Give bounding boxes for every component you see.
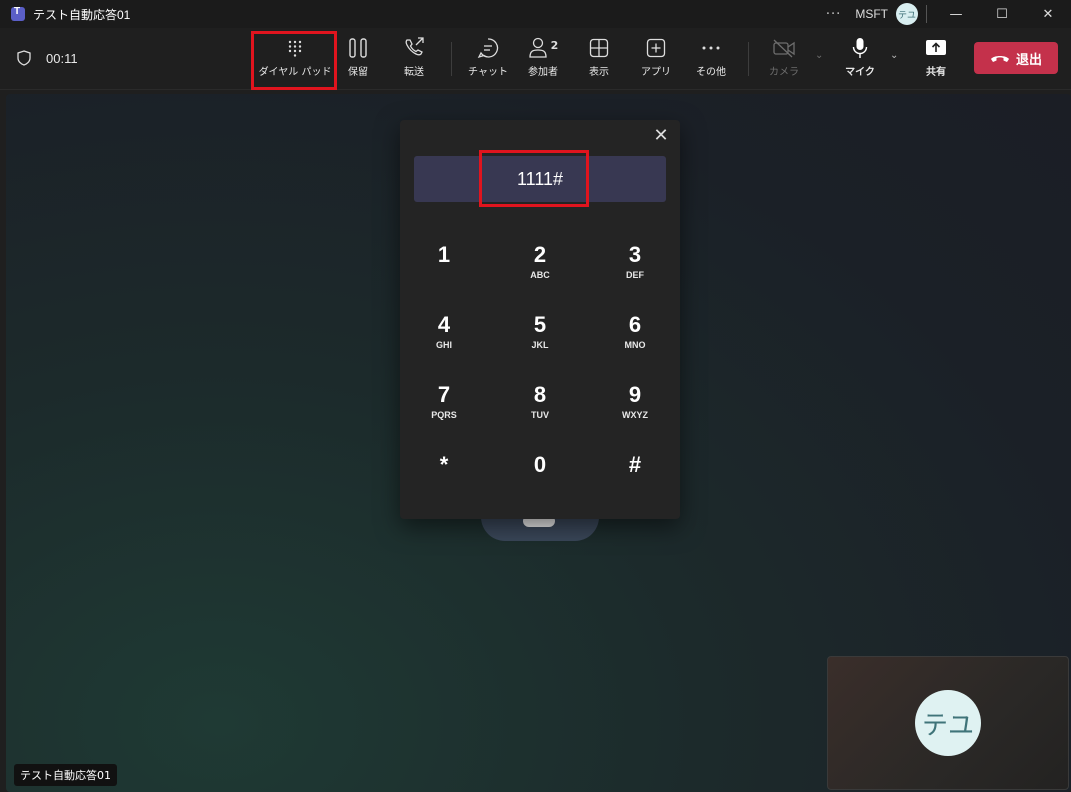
phone-transfer-icon xyxy=(403,36,425,60)
transfer-label: 転送 xyxy=(404,67,424,78)
key-digit: 8 xyxy=(533,382,547,407)
key-letters: GHI xyxy=(435,340,452,350)
chat-label: チャット xyxy=(468,67,508,78)
leave-label: 退出 xyxy=(1015,52,1042,68)
participants-label: 参加者 xyxy=(528,67,558,78)
camera-options-chevron-icon[interactable]: ⌄ xyxy=(815,50,823,61)
apps-button[interactable]: アプリ xyxy=(638,36,674,82)
dialpad-key-2[interactable]: 2 ABC xyxy=(500,242,580,298)
view-button[interactable]: 表示 xyxy=(582,36,616,82)
org-name[interactable]: MSFT xyxy=(855,7,888,21)
divider xyxy=(926,5,927,23)
key-letters: WXYZ xyxy=(622,410,648,420)
key-digit: 2 xyxy=(533,242,547,267)
dialpad-key-9[interactable]: 9 WXYZ xyxy=(595,382,675,438)
leave-button[interactable]: 退出 xyxy=(974,42,1058,74)
dialpad-key-1[interactable]: 1 xyxy=(404,242,484,298)
dialpad-key-6[interactable]: 6 MNO xyxy=(595,312,675,368)
dialpad-key-4[interactable]: 4 GHI xyxy=(404,312,484,368)
apps-label: アプリ xyxy=(641,67,671,78)
key-digit: 0 xyxy=(533,452,547,477)
toolbar-divider xyxy=(451,42,452,76)
key-digit: # xyxy=(628,452,642,477)
maximize-button[interactable]: ☐ xyxy=(979,0,1025,28)
caller-name-label: テスト自動応答01 xyxy=(14,764,117,786)
call-timer: 00:11 xyxy=(46,51,78,66)
title-bar: テスト自動応答01 ··· MSFT テユ — ☐ ✕ xyxy=(0,0,1071,28)
pause-icon xyxy=(348,36,368,60)
window-title: テスト自動応答01 xyxy=(33,7,131,22)
teams-logo-icon xyxy=(11,6,25,21)
share-button[interactable]: 共有 xyxy=(918,36,954,82)
microphone-icon xyxy=(852,36,868,60)
self-view[interactable]: テユ xyxy=(827,656,1069,790)
call-toolbar: 00:11 ダイヤル パッド 保留 転送 チャット 2 参加者 表示 アプリ そ… xyxy=(0,28,1071,90)
participants-button[interactable]: 2 参加者 xyxy=(522,36,564,82)
hold-button[interactable]: 保留 xyxy=(340,36,376,82)
key-digit: 7 xyxy=(437,382,451,407)
dialpad-button-highlight xyxy=(251,31,337,90)
mic-options-chevron-icon[interactable]: ⌄ xyxy=(890,50,898,61)
transfer-button[interactable]: 転送 xyxy=(396,36,432,82)
more-label: その他 xyxy=(696,67,726,78)
more-button[interactable]: その他 xyxy=(693,36,729,82)
key-letters: JKL xyxy=(531,340,549,350)
dialpad-key-3[interactable]: 3 DEF xyxy=(595,242,675,298)
close-icon[interactable]: ✕ xyxy=(650,124,672,146)
chat-icon xyxy=(477,36,499,60)
toolbar-divider xyxy=(748,42,749,76)
key-digit: 4 xyxy=(437,312,451,337)
close-window-button[interactable]: ✕ xyxy=(1025,0,1071,28)
camera-off-icon xyxy=(772,36,796,60)
hang-up-icon xyxy=(990,56,1009,62)
camera-button[interactable]: カメラ xyxy=(766,36,802,82)
key-letters: MNO xyxy=(624,340,646,350)
layout-grid-icon xyxy=(589,36,609,60)
key-letters: ABC xyxy=(530,270,550,280)
dialpad-key-0[interactable]: 0 xyxy=(500,452,580,508)
key-digit: 5 xyxy=(533,312,547,337)
key-digit: * xyxy=(439,452,449,477)
mic-button[interactable]: マイク xyxy=(844,36,876,82)
self-avatar: テユ xyxy=(915,690,981,756)
view-label: 表示 xyxy=(589,67,609,78)
minimize-button[interactable]: — xyxy=(933,0,979,28)
participants-count: 2 xyxy=(550,38,559,52)
key-digit: 9 xyxy=(628,382,642,407)
key-letters: TUV xyxy=(531,410,549,420)
dialpad-key-hash[interactable]: # xyxy=(595,452,675,508)
dialpad-key-5[interactable]: 5 JKL xyxy=(500,312,580,368)
shield-icon xyxy=(17,50,31,66)
key-digit: 6 xyxy=(628,312,642,337)
add-app-icon xyxy=(646,36,666,60)
share-screen-icon xyxy=(925,36,947,60)
dialpad-key-7[interactable]: 7 PQRS xyxy=(404,382,484,438)
share-label: 共有 xyxy=(926,67,946,78)
title-bar-controls: ··· MSFT テユ — ☐ ✕ xyxy=(826,0,1071,28)
key-digit: 3 xyxy=(628,242,642,267)
dialpad-key-8[interactable]: 8 TUV xyxy=(500,382,580,438)
camera-label: カメラ xyxy=(769,67,799,78)
key-digit: 1 xyxy=(437,242,451,267)
mic-label: マイク xyxy=(845,67,875,78)
hold-label: 保留 xyxy=(348,67,368,78)
more-options-icon[interactable]: ··· xyxy=(826,7,841,22)
user-avatar[interactable]: テユ xyxy=(896,3,918,25)
key-letters: DEF xyxy=(626,270,644,280)
dialpad-key-star[interactable]: * xyxy=(404,452,484,508)
people-icon: 2 xyxy=(526,36,560,60)
more-dots-icon xyxy=(701,36,721,60)
chat-button[interactable]: チャット xyxy=(468,36,508,82)
dialpad-input-highlight xyxy=(479,150,589,207)
key-letters: PQRS xyxy=(431,410,457,420)
